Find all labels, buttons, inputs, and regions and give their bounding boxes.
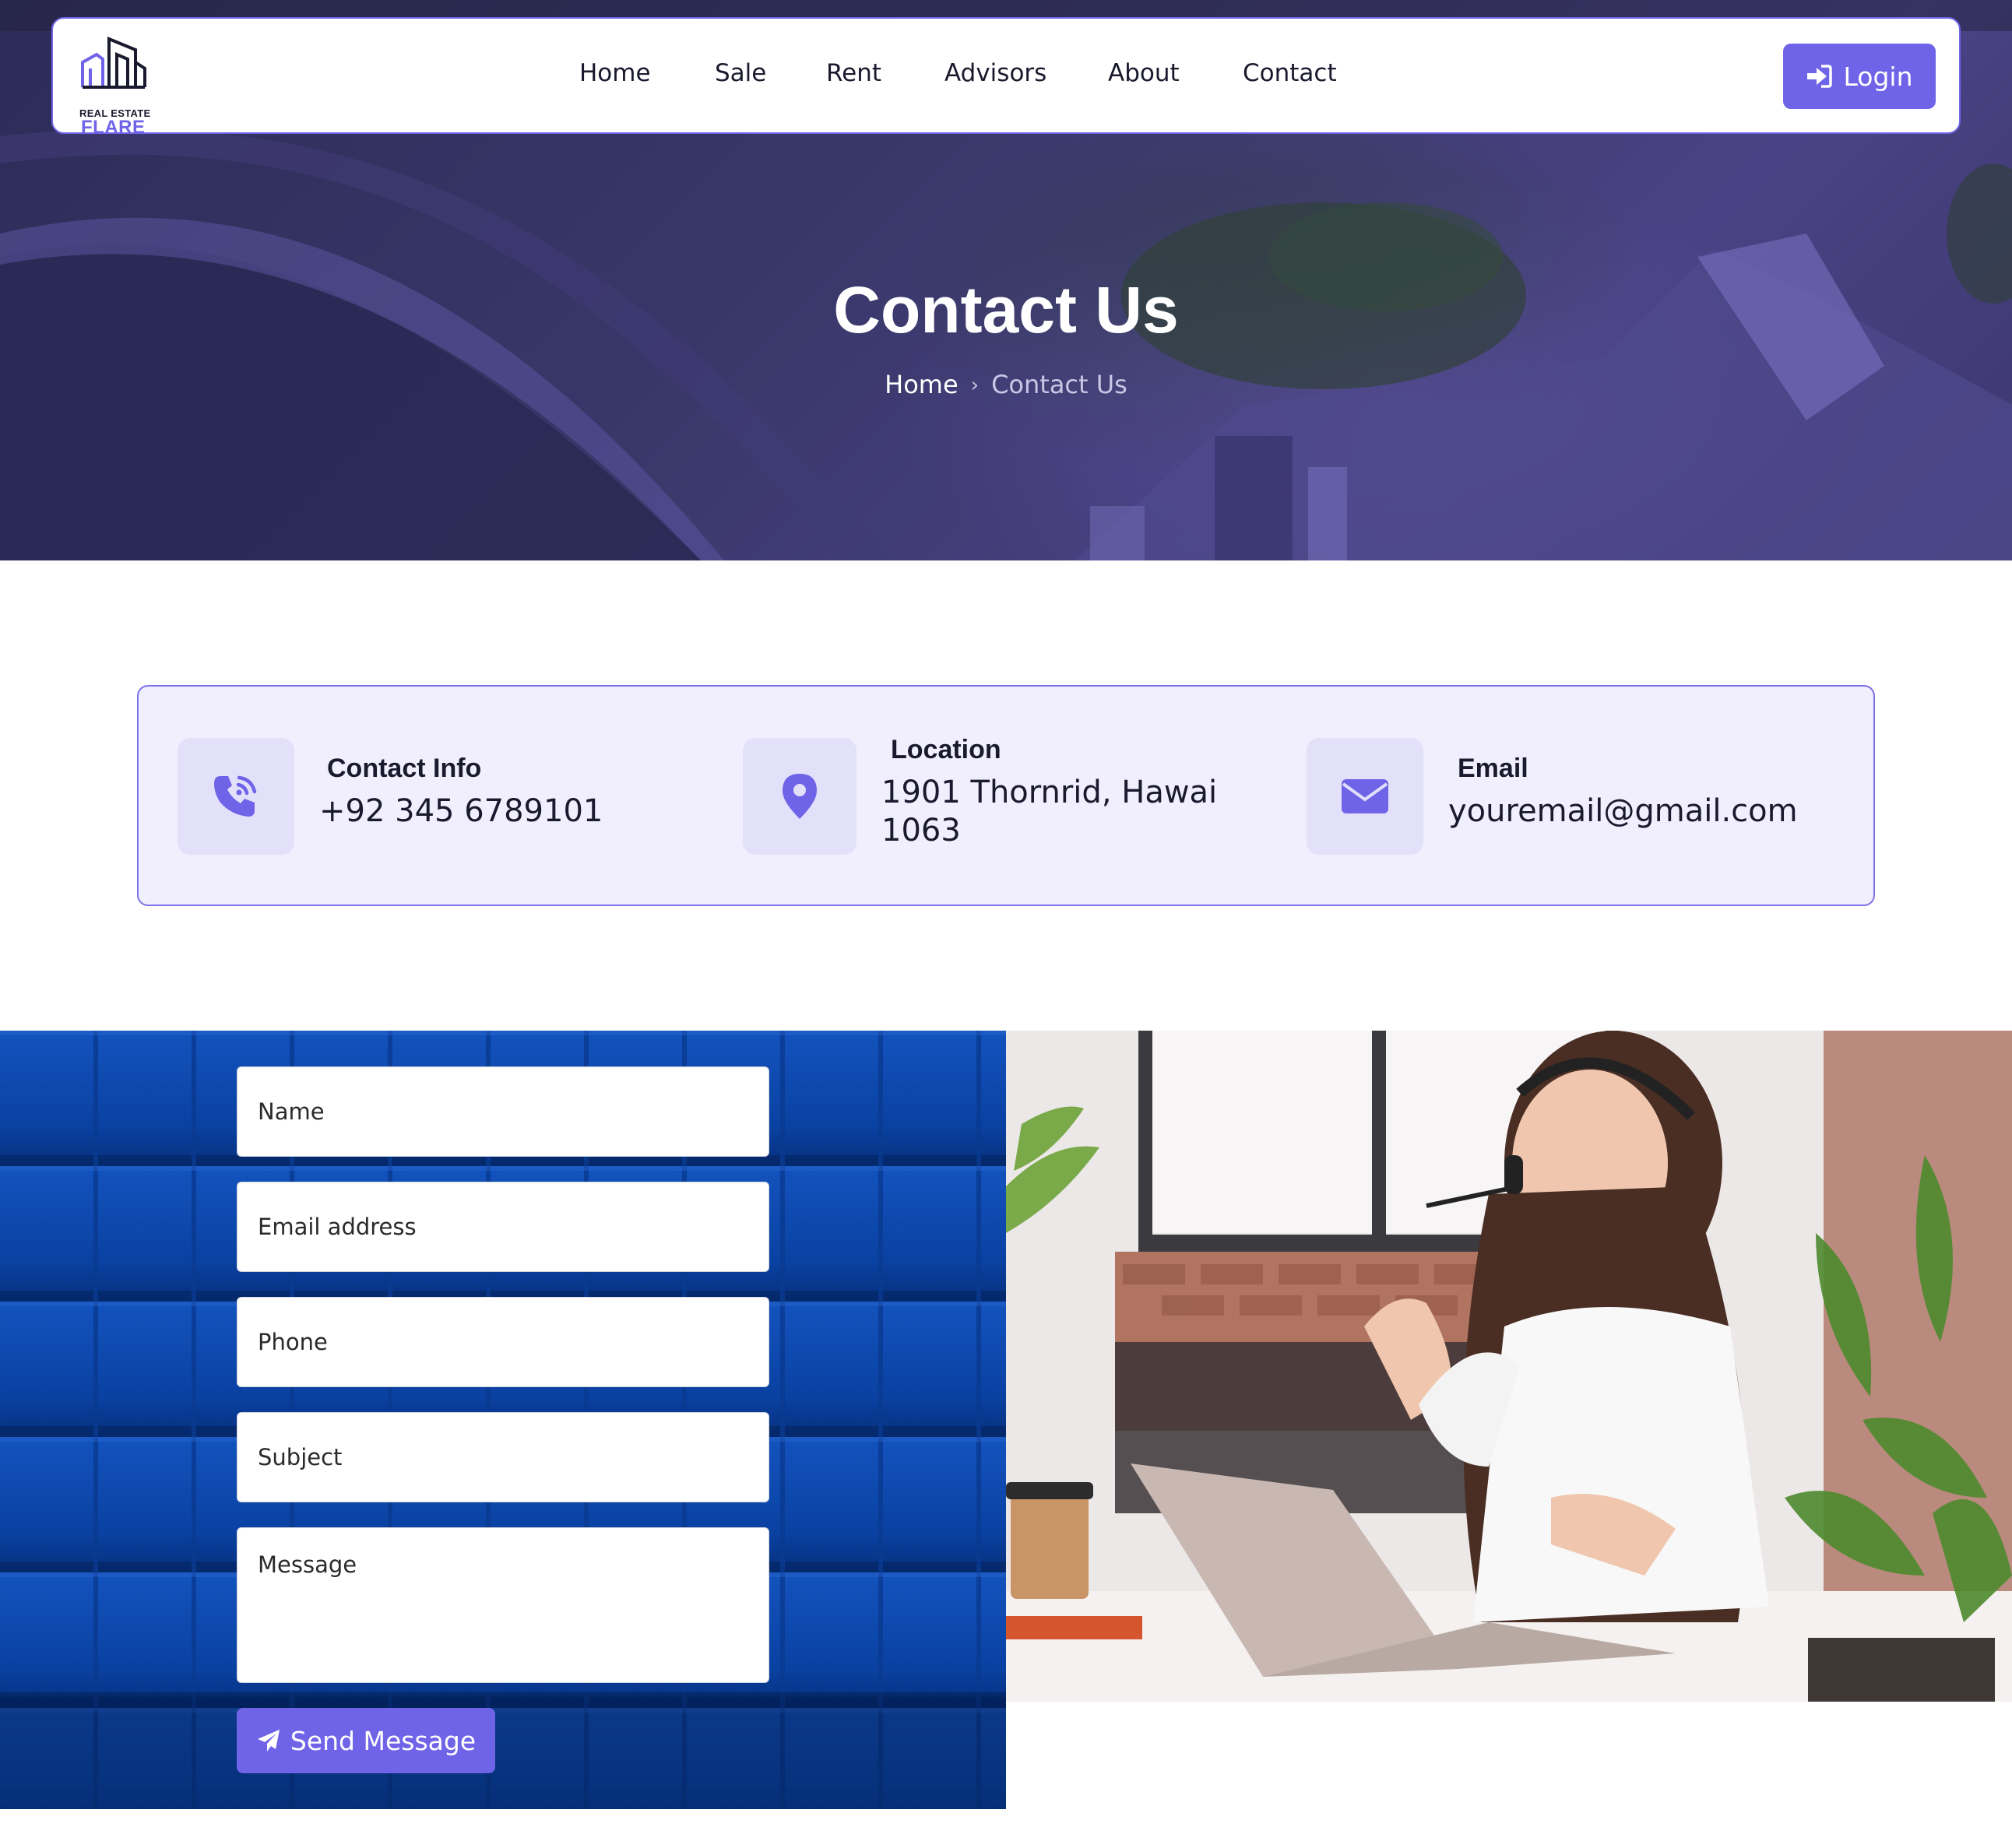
subject-input[interactable] — [237, 1412, 769, 1502]
nav-contact-link[interactable]: Contact — [1243, 59, 1337, 87]
login-label: Login — [1843, 61, 1913, 92]
breadcrumb-current: Contact Us — [991, 370, 1127, 399]
email-info-item: Email youremail@gmail.com — [1307, 687, 1867, 908]
location-info-title: Location — [891, 735, 1001, 764]
page-title: Contact Us — [833, 273, 1179, 346]
phone-input[interactable] — [237, 1297, 769, 1387]
send-message-button[interactable]: Send Message — [237, 1708, 495, 1773]
phone-icon — [214, 775, 257, 817]
top-navbar: REAL ESTATE FLARE Home Sale Rent Advisor… — [51, 17, 1961, 138]
nav-menu: Home Sale Rent Advisors About Contact — [53, 19, 1959, 135]
contact-form-section: Send Message — [0, 1031, 1006, 1809]
contact-info-title: Contact Info — [327, 754, 482, 783]
name-input[interactable] — [237, 1066, 769, 1157]
email-info-title: Email — [1458, 754, 1528, 783]
nav-sale-link[interactable]: Sale — [715, 59, 766, 87]
support-agent-image — [1006, 1031, 2012, 1702]
email-address[interactable]: youremail@gmail.com — [1448, 792, 1853, 831]
email-icon-box — [1307, 738, 1423, 855]
nav-advisors-link[interactable]: Advisors — [944, 59, 1046, 87]
contact-info-card: Contact Info +92 345 6789101 Location 19… — [137, 685, 1875, 906]
email-input[interactable] — [237, 1182, 769, 1272]
support-agent-photo — [1006, 1031, 2012, 1702]
nav-rent-link[interactable]: Rent — [826, 59, 881, 87]
location-icon-box — [743, 738, 857, 855]
contact-info-item: Contact Info +92 345 6789101 — [178, 687, 723, 908]
login-button[interactable]: Login — [1783, 44, 1936, 109]
message-textarea[interactable] — [237, 1527, 769, 1683]
envelope-icon — [1342, 779, 1388, 813]
hero-banner: REAL ESTATE FLARE Home Sale Rent Advisor… — [0, 0, 2012, 560]
send-message-label: Send Message — [290, 1725, 477, 1756]
location-pin-icon — [783, 774, 817, 819]
nav-home-link[interactable]: Home — [579, 59, 651, 87]
contact-info-phone: +92 345 6789101 — [319, 793, 603, 829]
paper-plane-icon — [257, 1730, 280, 1751]
location-info-item: Location 1901 Thornrid, Hawai 1063 — [743, 687, 1288, 908]
phone-icon-box — [178, 738, 294, 855]
breadcrumb-home-link[interactable]: Home — [885, 370, 959, 399]
breadcrumb-chevron-icon: › — [970, 374, 980, 397]
sign-in-icon — [1807, 65, 1833, 88]
location-address: 1901 Thornrid, Hawai 1063 — [881, 775, 1218, 848]
nav-about-link[interactable]: About — [1108, 59, 1180, 87]
breadcrumb: Home › Contact Us — [0, 370, 2012, 399]
